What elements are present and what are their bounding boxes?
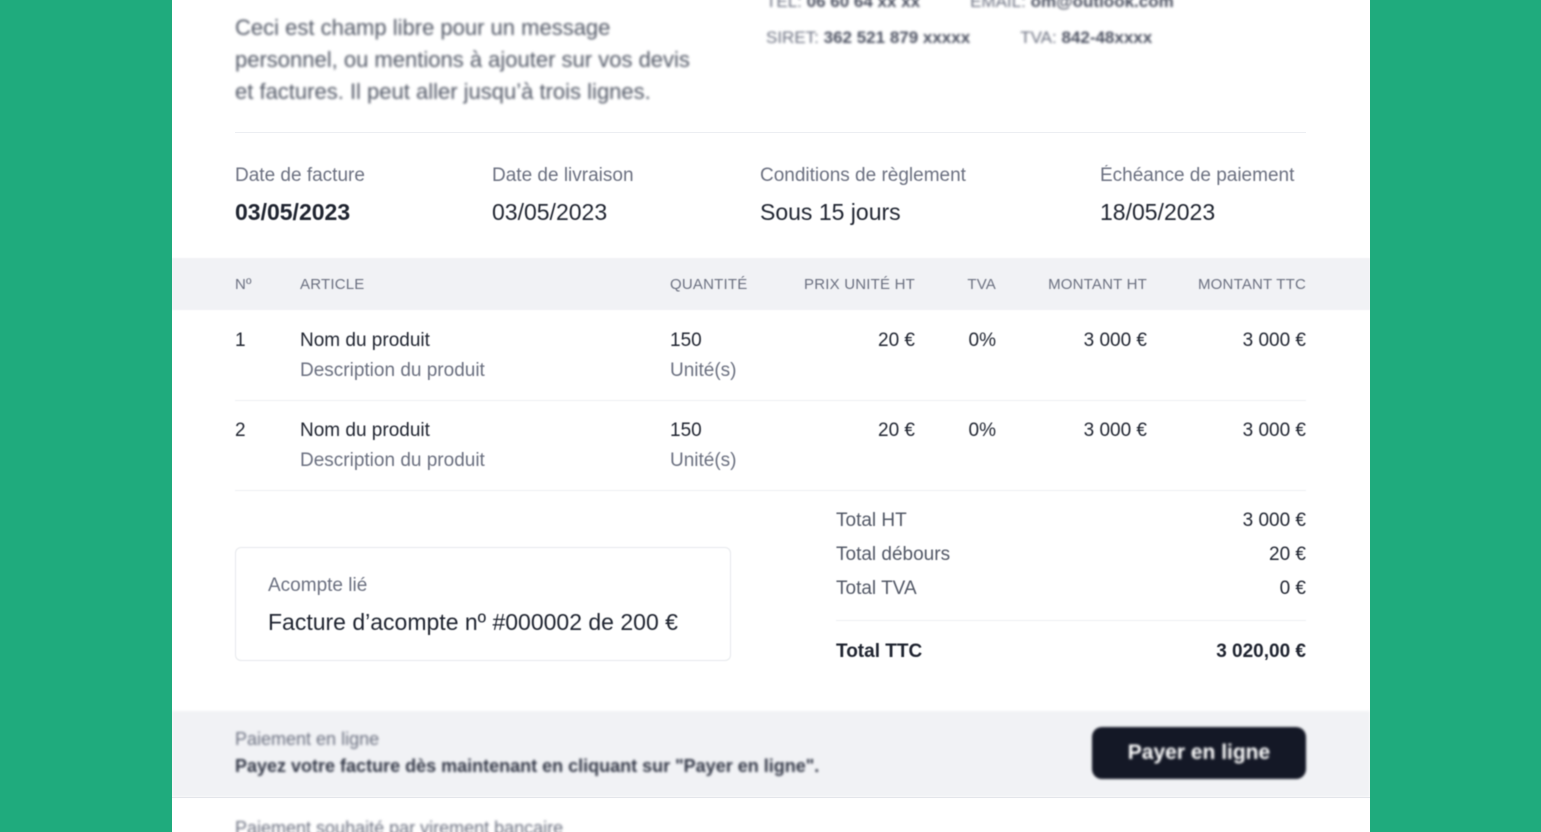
pay-online-button[interactable]: Payer en ligne [1092, 727, 1306, 779]
quantity: 150 [670, 420, 702, 441]
payment-terms-label: Conditions de règlement [760, 165, 966, 186]
total-ht: Total HT 3 000 € [836, 508, 1306, 542]
product-description: Description du produit [300, 450, 485, 471]
siret-value: 362 521 879 xxxxx [823, 28, 971, 47]
due-date: Échéance de paiement 18/05/2023 [1100, 165, 1294, 226]
quantity: 150 [670, 330, 702, 351]
invoice-dates: Date de facture 03/05/2023 Date de livra… [235, 165, 1306, 235]
due-date-label: Échéance de paiement [1100, 165, 1295, 186]
personal-message: Ceci est champ libre pour un message per… [235, 12, 755, 108]
col-article: ARTICLE [300, 276, 365, 293]
col-qty: QUANTITÉ [670, 276, 748, 293]
total-tva-value: 0 € [1279, 578, 1306, 599]
row-num: 1 [235, 330, 246, 351]
total-ht-value: 3 000 € [1242, 510, 1306, 531]
online-payment-section: Paiement en ligne Payez votre facture dè… [172, 711, 1370, 797]
product-description: Description du produit [300, 360, 485, 381]
amount-ttc: 3 000 € [1242, 330, 1306, 351]
row-num: 2 [235, 420, 246, 441]
divider [172, 797, 1370, 798]
total-ttc-value: 3 020,00 € [1216, 641, 1306, 662]
divider [836, 620, 1306, 621]
due-date-value: 18/05/2023 [1100, 199, 1216, 225]
online-payment-description: Payez votre facture dès maintenant en cl… [235, 756, 820, 776]
tva-number-label: TVA: [1020, 28, 1057, 47]
col-amount-ht: MONTANT HT [1048, 276, 1147, 293]
col-tva: TVA [967, 276, 996, 293]
linked-deposit-card[interactable]: Acompte lié Facture d’acompte nº #000002… [235, 547, 731, 661]
payment-terms: Conditions de règlement Sous 15 jours [760, 165, 966, 226]
contact-row-phone-email: TEL: 06 60 64 xx xx EMAIL: om@outlook.co… [766, 0, 1246, 20]
bank-transfer-label: Paiement souhaité par virement bancaire [235, 818, 564, 832]
contact-row-siret-tva: SIRET: 362 521 879 xxxxx TVA: 842-48xxxx [766, 28, 1246, 56]
tel-label: TEL: [766, 0, 802, 11]
total-ht-label: Total HT [836, 510, 907, 531]
tva-number-value: 842-48xxxx [1061, 28, 1153, 47]
unit-price: 20 € [878, 330, 915, 351]
total-debours: Total débours 20 € [836, 542, 1306, 576]
invoice-date: Date de facture 03/05/2023 [235, 165, 365, 226]
contact-info: TEL: 06 60 64 xx xx EMAIL: om@outlook.co… [766, 0, 1246, 56]
email-value: om@outlook.com [1030, 0, 1174, 11]
amount-ttc: 3 000 € [1242, 420, 1306, 441]
tva-rate: 0% [968, 330, 996, 351]
tel-value: 06 60 64 xx xx [806, 0, 921, 11]
online-payment-label: Paiement en ligne [235, 729, 380, 749]
total-tva: Total TVA 0 € [836, 576, 1306, 610]
invoice-sheet: Ceci est champ libre pour un message per… [172, 0, 1370, 832]
message-line: Ceci est champ libre pour un message [235, 15, 611, 40]
invoice-date-label: Date de facture [235, 165, 365, 186]
table-header: Nº ARTICLE QUANTITÉ PRIX UNITÉ HT TVA MO… [172, 258, 1370, 310]
col-unit-price: PRIX UNITÉ HT [804, 276, 915, 293]
unit: Unité(s) [670, 360, 737, 381]
table-row: 1 Nom du produit Description du produit … [235, 310, 1306, 401]
amount-ht: 3 000 € [1083, 420, 1147, 441]
linked-deposit-label: Acompte lié [268, 575, 368, 596]
message-line: personnel, ou mentions à ajouter sur vos… [235, 47, 690, 72]
unit-price: 20 € [878, 420, 915, 441]
invoice-date-value: 03/05/2023 [235, 199, 351, 225]
message-line: et factures. Il peut aller jusqu’à trois… [235, 79, 651, 104]
email-label: EMAIL: [970, 0, 1026, 11]
totals-summary: Total HT 3 000 € Total débours 20 € Tota… [836, 508, 1306, 673]
unit: Unité(s) [670, 450, 737, 471]
col-amount-ttc: MONTANT TTC [1197, 276, 1306, 293]
product-name: Nom du produit [300, 420, 430, 441]
delivery-date: Date de livraison 03/05/2023 [492, 165, 634, 226]
total-debours-value: 20 € [1269, 544, 1306, 565]
siret-label: SIRET: [766, 28, 819, 47]
table-row: 2 Nom du produit Description du produit … [235, 400, 1306, 491]
amount-ht: 3 000 € [1083, 330, 1147, 351]
total-ttc-label: Total TTC [836, 641, 923, 662]
delivery-date-label: Date de livraison [492, 165, 634, 186]
total-ttc: Total TTC 3 020,00 € [836, 639, 1306, 673]
divider [235, 132, 1306, 133]
delivery-date-value: 03/05/2023 [492, 199, 608, 225]
product-name: Nom du produit [300, 330, 430, 351]
total-tva-label: Total TVA [836, 578, 917, 599]
linked-deposit-value: Facture d’acompte nº #000002 de 200 € [268, 609, 678, 635]
col-num: Nº [235, 276, 252, 293]
tva-rate: 0% [968, 420, 996, 441]
payment-terms-value: Sous 15 jours [760, 199, 901, 225]
total-debours-label: Total débours [836, 544, 951, 565]
